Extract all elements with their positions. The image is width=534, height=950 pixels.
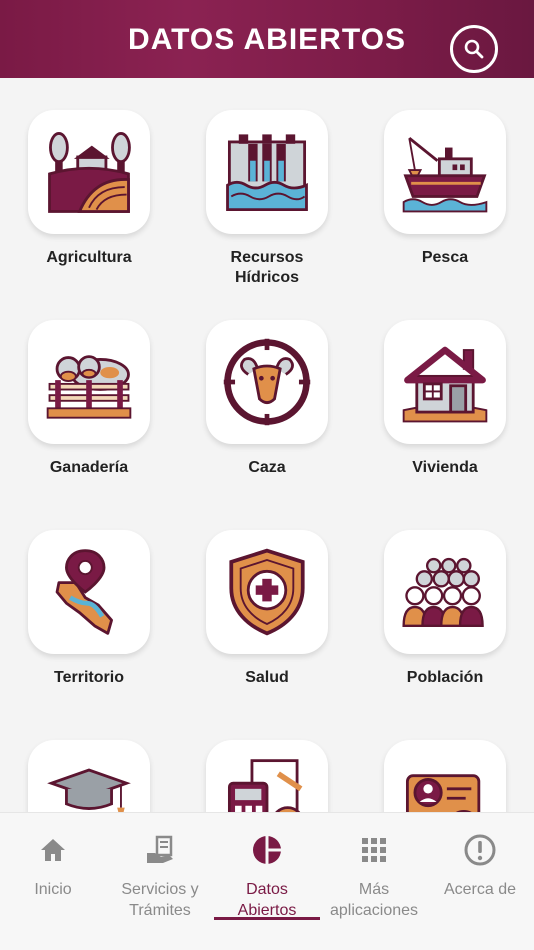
graduation-cap-icon [42, 755, 136, 812]
category-label: Salud [245, 669, 289, 686]
category-tile[interactable] [384, 110, 506, 234]
search-button[interactable] [450, 25, 498, 73]
category-label: Recursos Hídricos [230, 249, 304, 286]
farm-icon [42, 125, 136, 219]
app-header: DATOS ABIERTOS [0, 0, 534, 78]
category-label: Pesca [421, 249, 469, 266]
nav-item[interactable]: Datos Abiertos [214, 813, 320, 950]
nav-item[interactable]: Inicio [0, 813, 106, 950]
services-icon [143, 833, 177, 867]
nav-label: Servicios y Trámites [121, 881, 199, 919]
category-label: Ganadería [49, 459, 129, 476]
ram-target-icon [220, 335, 314, 429]
category-tile[interactable] [28, 110, 150, 234]
nav-item[interactable]: Acerca de [427, 813, 533, 950]
category-tile[interactable] [384, 530, 506, 654]
apps-grid-icon [360, 833, 388, 867]
category-label: Vivienda [412, 459, 478, 476]
category-tile[interactable] [384, 320, 506, 444]
home-icon [38, 833, 68, 867]
category-tile[interactable] [206, 740, 328, 812]
nav-item[interactable]: Servicios y Trámites [107, 813, 213, 950]
house-icon [398, 335, 492, 429]
map-pin-icon [42, 545, 136, 639]
pie-chart-icon [251, 833, 283, 867]
dam-icon [220, 125, 314, 219]
active-tab-indicator [214, 917, 320, 920]
nav-label: Datos Abiertos [237, 881, 297, 919]
category-label: Caza [248, 459, 286, 476]
nav-item[interactable]: Más aplicaciones [321, 813, 427, 950]
nav-label: Inicio [34, 881, 72, 898]
nav-label: Más aplicaciones [329, 881, 419, 919]
health-shield-icon [220, 545, 314, 639]
category-tile[interactable] [28, 320, 150, 444]
id-card-icon [398, 755, 492, 812]
population-icon [398, 545, 492, 639]
fishing-boat-icon [398, 125, 492, 219]
bottom-navigation: Inicio Servicios y Trámites Datos Abiert… [0, 812, 534, 950]
search-icon [464, 39, 484, 59]
category-label: Agricultura [46, 249, 132, 266]
page-title: DATOS ABIERTOS [128, 23, 406, 56]
category-label: Población [406, 669, 484, 686]
category-tile[interactable] [206, 110, 328, 234]
nav-label: Acerca de [443, 881, 517, 898]
category-tile[interactable] [206, 530, 328, 654]
category-tile[interactable] [28, 530, 150, 654]
category-grid: Agricultura Recursos Hídricos Pesca Gana… [0, 78, 534, 812]
category-tile[interactable] [28, 740, 150, 812]
info-icon [463, 833, 497, 867]
category-label: Territorio [54, 669, 124, 686]
category-tile[interactable] [206, 320, 328, 444]
cattle-icon [42, 335, 136, 429]
category-tile[interactable] [384, 740, 506, 812]
calculator-icon [220, 755, 314, 812]
